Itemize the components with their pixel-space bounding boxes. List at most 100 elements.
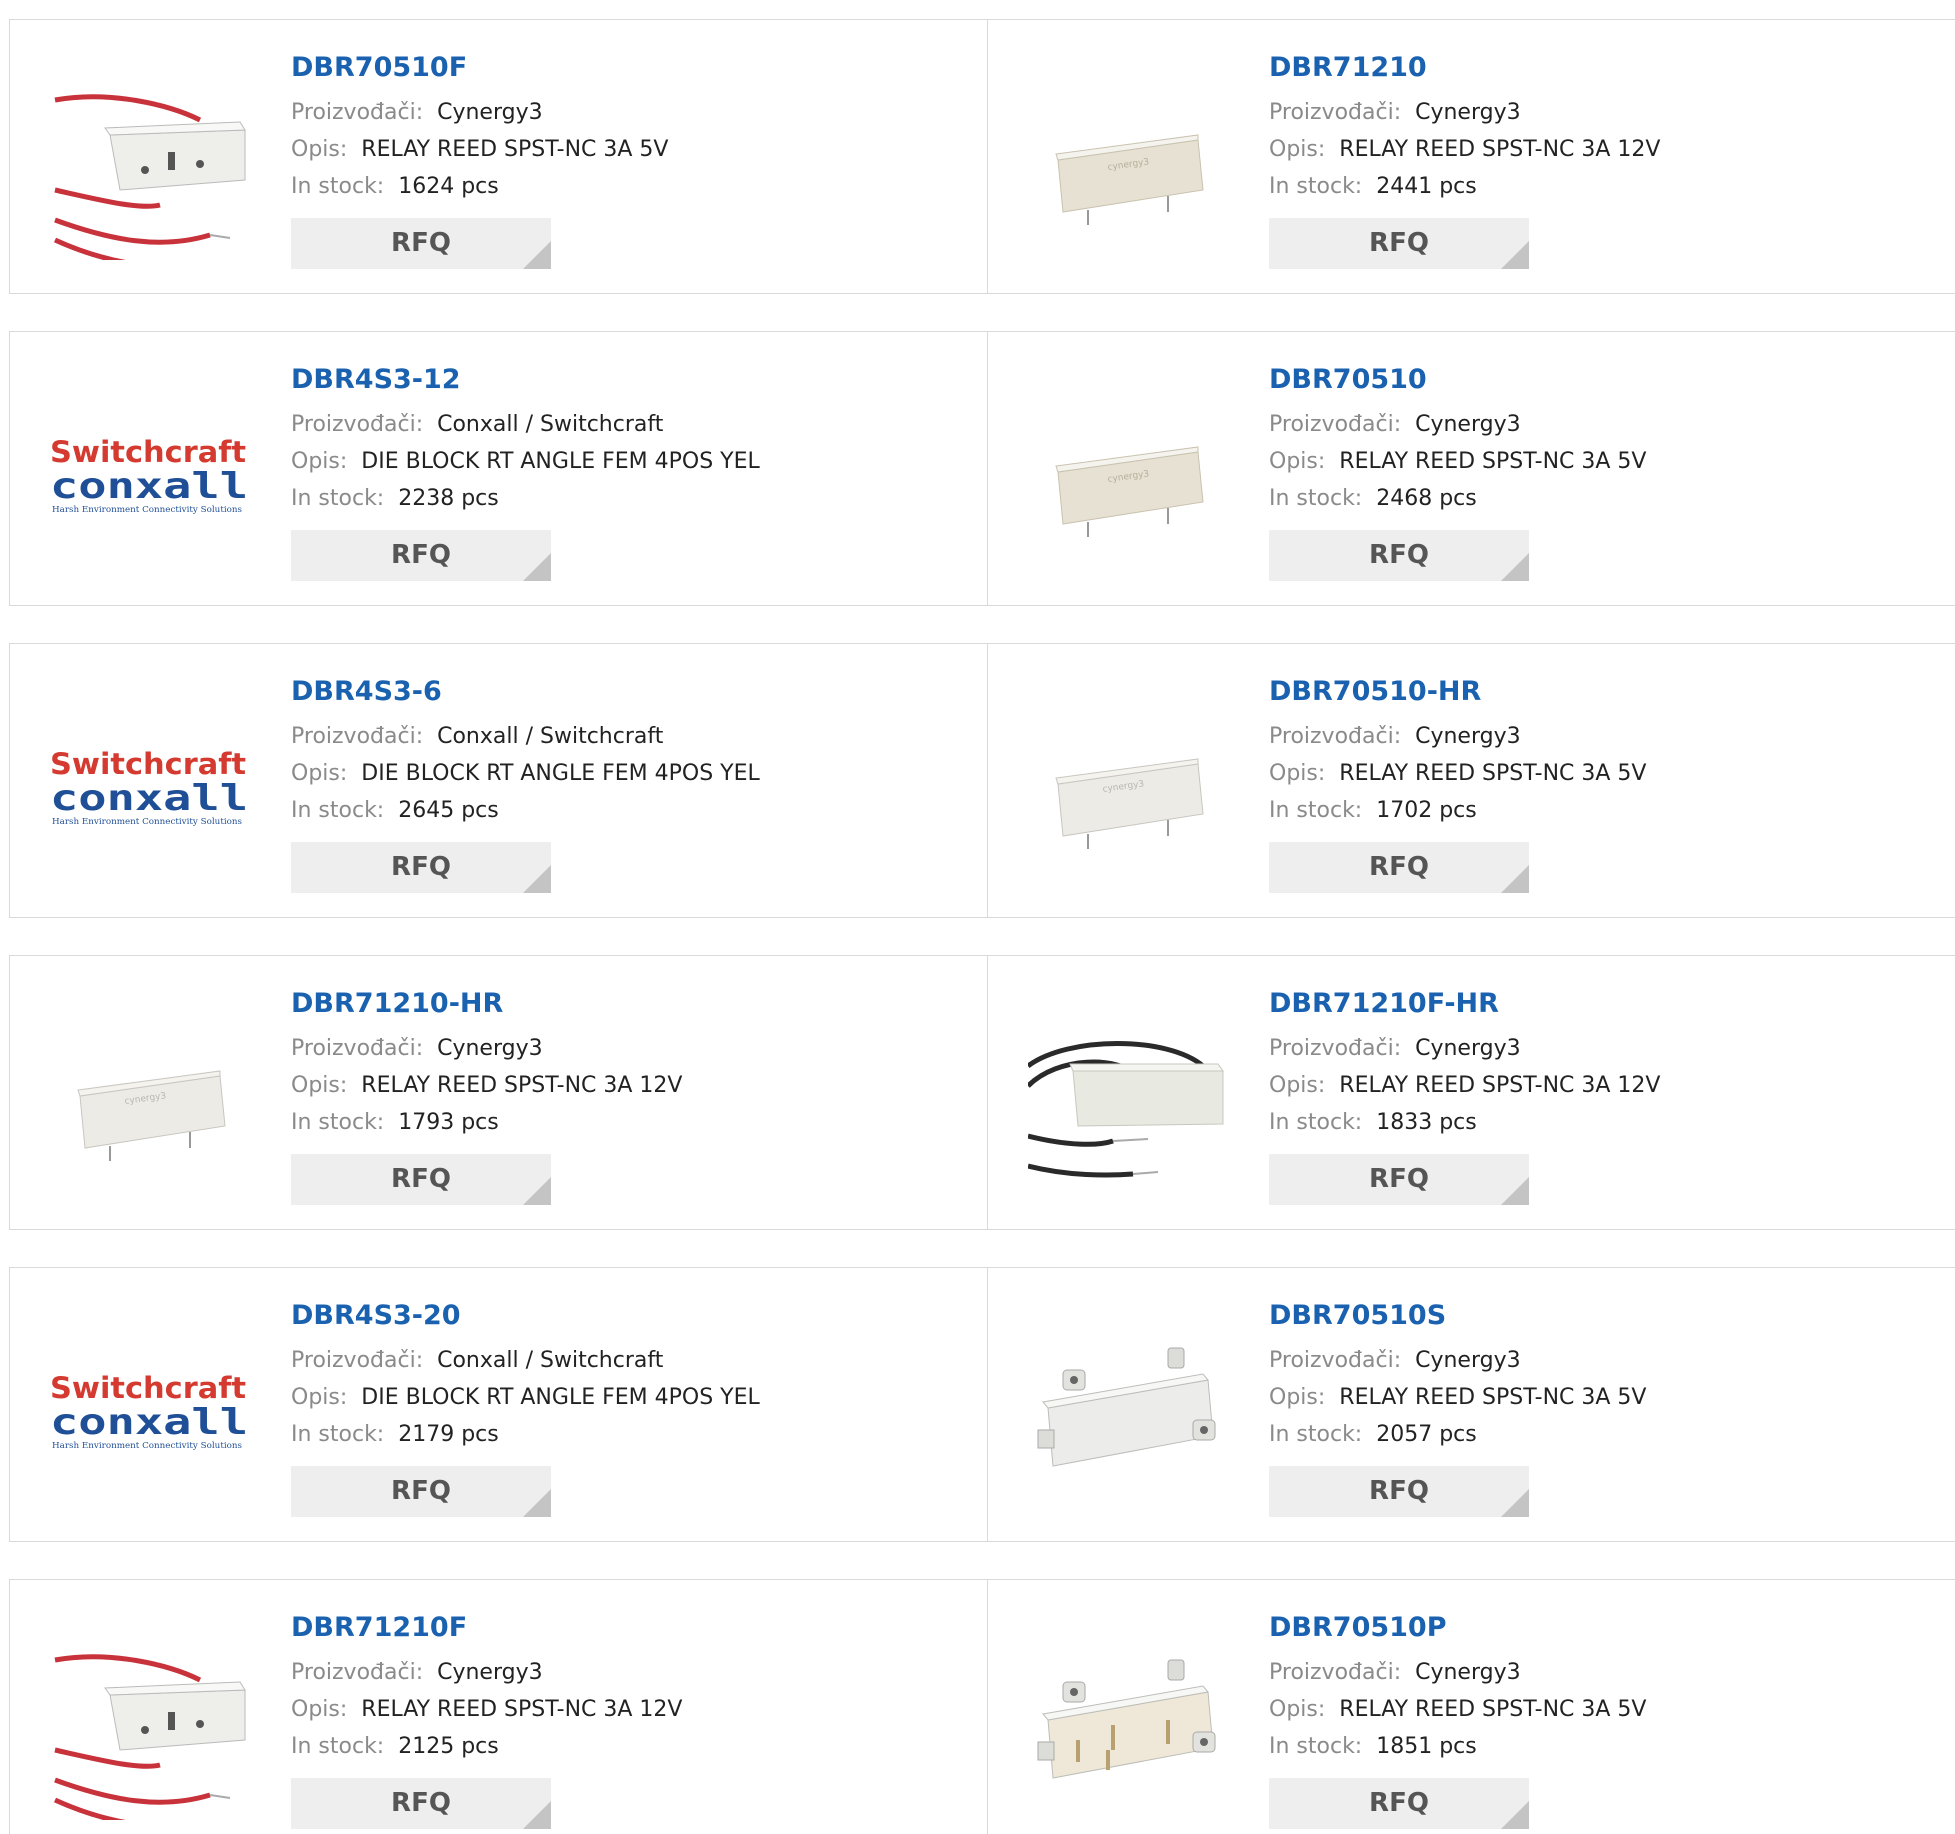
corner-fold-icon <box>1501 865 1529 893</box>
part-number-link[interactable]: DBR70510 <box>1269 360 1646 400</box>
rfq-button[interactable]: RFQ <box>291 1466 551 1517</box>
description-value: DIE BLOCK RT ANGLE FEM 4POS YEL <box>361 449 760 474</box>
product-image[interactable] <box>50 1620 250 1820</box>
description-label: Opis: <box>291 449 348 474</box>
product-row: DBR71210F Proizvođači: Cynergy3 Opis: RELA… <box>9 1579 1955 1834</box>
manufacturer-label: Proizvođači: <box>291 724 424 749</box>
logo-tagline-text: Harsh Environment Connectivity Solutions <box>52 505 242 514</box>
description-label: Opis: <box>1269 137 1326 162</box>
part-number-link[interactable]: DBR71210 <box>1269 48 1660 88</box>
manufacturer-label: Proizvođači: <box>291 1348 424 1373</box>
product-image[interactable]: cynergy3 <box>1028 372 1228 572</box>
part-number-link[interactable]: DBR71210F-HR <box>1269 984 1660 1024</box>
rfq-button[interactable]: RFQ <box>1269 842 1529 893</box>
description-row: Opis: DIE BLOCK RT ANGLE FEM 4POS YEL <box>291 1379 760 1416</box>
stock-value: 1833 pcs <box>1376 1110 1477 1135</box>
part-number-link[interactable]: DBR70510-HR <box>1269 672 1646 712</box>
product-card: Switchcraft conxall Harsh Environment Conn… <box>10 1268 987 1541</box>
product-image[interactable]: cynergy3 <box>1028 60 1228 260</box>
stock-label: In stock: <box>291 174 385 199</box>
description-value: RELAY REED SPST-NC 3A 12V <box>1339 137 1661 162</box>
stock-row: In stock: 2441 pcs <box>1269 168 1660 205</box>
manufacturer-value: Conxall / Switchcraft <box>437 412 664 437</box>
description-value: RELAY REED SPST-NC 3A 12V <box>361 1073 683 1098</box>
manufacturer-row: Proizvođači: Cynergy3 <box>1269 94 1660 131</box>
switchcraft-conxall-logo[interactable]: Switchcraft conxall Harsh Environment Conn… <box>50 1308 250 1508</box>
manufacturer-label: Proizvođači: <box>1269 100 1402 125</box>
logo-bottom-text: conxall <box>50 466 248 507</box>
rfq-button[interactable]: RFQ <box>291 530 551 581</box>
product-image[interactable]: cynergy3 <box>1028 684 1228 884</box>
manufacturer-row: Proizvođači: Cynergy3 <box>1269 406 1646 443</box>
corner-fold-icon <box>523 1489 551 1517</box>
part-number-link[interactable]: DBR70510P <box>1269 1608 1646 1648</box>
description-value: RELAY REED SPST-NC 3A 5V <box>361 137 669 162</box>
product-image[interactable] <box>1028 1308 1228 1508</box>
stock-value: 2645 pcs <box>398 798 499 823</box>
rfq-button[interactable]: RFQ <box>1269 1466 1529 1517</box>
product-row: DBR70510F Proizvođači: Cynergy3 Opis: RELA… <box>9 19 1955 294</box>
manufacturer-row: Proizvođači: Cynergy3 <box>1269 1030 1660 1067</box>
product-info: DBR71210-HR Proizvođači: Cynergy3 Opis: RE… <box>291 984 682 1205</box>
rfq-button[interactable]: RFQ <box>1269 218 1529 269</box>
product-image[interactable] <box>50 60 250 260</box>
part-number-link[interactable]: DBR71210-HR <box>291 984 682 1024</box>
stock-row: In stock: 2179 pcs <box>291 1416 760 1453</box>
manufacturer-label: Proizvođači: <box>291 1660 424 1685</box>
part-number-link[interactable]: DBR70510F <box>291 48 668 88</box>
manufacturer-row: Proizvođači: Cynergy3 <box>1269 718 1646 755</box>
rfq-label: RFQ <box>1369 540 1429 570</box>
manufacturer-value: Cynergy3 <box>437 1660 543 1685</box>
manufacturer-row: Proizvođači: Conxall / Switchcraft <box>291 718 760 755</box>
product-card: DBR71210F-HR Proizvođači: Cynergy3 Opis: R… <box>987 956 1955 1229</box>
manufacturer-row: Proizvođači: Cynergy3 <box>291 1654 682 1691</box>
description-label: Opis: <box>291 1073 348 1098</box>
logo-top-text: Switchcraft <box>50 1371 246 1405</box>
rfq-label: RFQ <box>391 1476 451 1506</box>
rfq-button[interactable]: RFQ <box>291 842 551 893</box>
rfq-label: RFQ <box>1369 228 1429 258</box>
part-number-link[interactable]: DBR4S3-20 <box>291 1296 760 1336</box>
rfq-label: RFQ <box>391 540 451 570</box>
description-label: Opis: <box>291 137 348 162</box>
stock-value: 2179 pcs <box>398 1422 499 1447</box>
rfq-button[interactable]: RFQ <box>291 1154 551 1205</box>
product-info: DBR4S3-20 Proizvođači: Conxall / Switchcr… <box>291 1296 760 1517</box>
stock-label: In stock: <box>291 798 385 823</box>
stock-row: In stock: 1793 pcs <box>291 1104 682 1141</box>
product-image[interactable] <box>1028 1620 1228 1820</box>
rfq-button[interactable]: RFQ <box>1269 530 1529 581</box>
switchcraft-conxall-logo[interactable]: Switchcraft conxall Harsh Environment Conn… <box>50 684 250 884</box>
manufacturer-value: Cynergy3 <box>437 1036 543 1061</box>
stock-label: In stock: <box>1269 1422 1363 1447</box>
logo-top-text: Switchcraft <box>50 747 246 781</box>
rfq-button[interactable]: RFQ <box>291 218 551 269</box>
part-number-link[interactable]: DBR70510S <box>1269 1296 1646 1336</box>
logo-top-text: Switchcraft <box>50 435 246 469</box>
rfq-button[interactable]: RFQ <box>1269 1154 1529 1205</box>
product-image[interactable] <box>1028 996 1228 1196</box>
stock-value: 1793 pcs <box>398 1110 499 1135</box>
part-number-link[interactable]: DBR71210F <box>291 1608 682 1648</box>
stock-label: In stock: <box>1269 1734 1363 1759</box>
product-card: cynergy3 DBR70510 Proizvođači: Cynergy3 O… <box>987 332 1955 605</box>
rfq-button[interactable]: RFQ <box>291 1778 551 1829</box>
description-row: Opis: RELAY REED SPST-NC 3A 12V <box>291 1067 682 1104</box>
description-row: Opis: RELAY REED SPST-NC 3A 5V <box>1269 443 1646 480</box>
product-info: DBR71210F-HR Proizvođači: Cynergy3 Opis: R… <box>1269 984 1660 1205</box>
corner-fold-icon <box>1501 553 1529 581</box>
manufacturer-row: Proizvođači: Cynergy3 <box>1269 1654 1646 1691</box>
logo-tagline-text: Harsh Environment Connectivity Solutions <box>52 817 242 826</box>
product-image[interactable]: cynergy3 <box>50 996 250 1196</box>
manufacturer-label: Proizvođači: <box>291 100 424 125</box>
rfq-button[interactable]: RFQ <box>1269 1778 1529 1829</box>
description-label: Opis: <box>1269 1073 1326 1098</box>
part-number-link[interactable]: DBR4S3-6 <box>291 672 760 712</box>
part-number-link[interactable]: DBR4S3-12 <box>291 360 760 400</box>
stock-row: In stock: 2468 pcs <box>1269 480 1646 517</box>
stock-value: 1702 pcs <box>1376 798 1477 823</box>
switchcraft-conxall-logo[interactable]: Switchcraft conxall Harsh Environment Conn… <box>50 372 250 572</box>
description-value: RELAY REED SPST-NC 3A 5V <box>1339 449 1647 474</box>
stock-row: In stock: 2238 pcs <box>291 480 760 517</box>
rfq-label: RFQ <box>391 1788 451 1818</box>
